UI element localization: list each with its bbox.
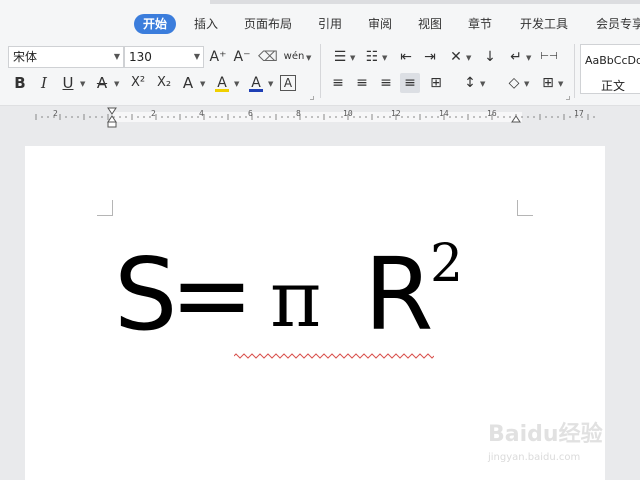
- margin-corner-top-left: [97, 200, 113, 216]
- tab-stops-button[interactable]: ⊢⊣: [538, 47, 560, 67]
- tab-view[interactable]: 视图: [418, 14, 442, 34]
- decrease-indent-button[interactable]: ⇤: [396, 47, 416, 67]
- watermark-url: jingyan.baidu.com: [488, 452, 581, 463]
- chevron-down-icon[interactable]: ▼: [350, 54, 355, 62]
- font-size-value: 130: [129, 50, 152, 64]
- text-effect-button[interactable]: A: [178, 73, 198, 93]
- subscript-button[interactable]: X₂: [152, 73, 176, 93]
- chevron-down-icon: ▼: [193, 52, 200, 61]
- increase-indent-button[interactable]: ⇥: [420, 47, 440, 67]
- font-name-value: 宋体: [13, 50, 38, 64]
- group-separator: [574, 44, 575, 98]
- italic-button[interactable]: I: [34, 73, 54, 93]
- superscript-button[interactable]: X²: [126, 73, 150, 93]
- chevron-down-icon[interactable]: ▼: [466, 54, 471, 62]
- borders-button[interactable]: ⊞: [538, 73, 558, 93]
- shrink-font-button[interactable]: A⁻: [232, 47, 252, 67]
- font-color-button[interactable]: A: [246, 73, 266, 93]
- line-spacing-button[interactable]: ↕: [460, 73, 480, 93]
- tab-page-layout[interactable]: 页面布局: [244, 14, 292, 34]
- font-color-bar: [249, 89, 263, 92]
- align-center-button[interactable]: ≡: [352, 73, 372, 93]
- chevron-down-icon[interactable]: ▼: [526, 54, 531, 62]
- chevron-down-icon[interactable]: ▼: [382, 54, 387, 62]
- tab-sections[interactable]: 章节: [468, 14, 492, 34]
- underline-button[interactable]: U: [58, 73, 78, 93]
- ruler-number: 16: [487, 109, 497, 118]
- chevron-down-icon[interactable]: ▼: [268, 80, 273, 88]
- sort-button[interactable]: ↓: [480, 47, 500, 67]
- tab-home[interactable]: 开始: [134, 14, 177, 34]
- watermark-logo-text: Baidu经验: [488, 422, 603, 447]
- align-right-button[interactable]: ≡: [376, 73, 396, 93]
- horizontal-ruler[interactable]: 2 2 4 6 8 10 12 14 16 17: [0, 106, 640, 128]
- formula-s: S: [114, 236, 178, 353]
- title-bar-strip: [210, 0, 640, 4]
- ruler-number: 14: [439, 109, 449, 118]
- tab-insert[interactable]: 插入: [194, 14, 218, 34]
- formula-exponent: 2: [430, 234, 464, 294]
- chevron-down-icon[interactable]: ▼: [558, 80, 563, 88]
- ruler-number: 8: [296, 109, 301, 118]
- formula-pi: π: [270, 255, 322, 345]
- chevron-down-icon[interactable]: ▼: [480, 80, 485, 88]
- show-marks-button[interactable]: ↵: [506, 47, 526, 67]
- ruler-number: 2: [53, 109, 58, 118]
- tab-member[interactable]: 会员专享: [596, 14, 640, 34]
- shading-button[interactable]: ◇: [504, 73, 524, 93]
- ruler-ticks: [0, 107, 640, 128]
- ruler-number: 17: [574, 109, 584, 118]
- asian-layout-button[interactable]: ✕: [446, 47, 466, 67]
- ruler-number: 2: [151, 109, 156, 118]
- font-size-combo[interactable]: 130 ▼: [124, 46, 204, 68]
- chevron-down-icon[interactable]: ▼: [114, 80, 119, 88]
- grow-font-button[interactable]: A⁺: [208, 47, 228, 67]
- home-ribbon: 宋体 ▼ 130 ▼ A⁺ A⁻ ⌫ wén ▼ B I U ▼ A ▼ X² …: [0, 38, 640, 106]
- margin-corner-top-right: [517, 200, 533, 216]
- strikethrough-button[interactable]: A: [92, 73, 112, 93]
- tab-review[interactable]: 审阅: [368, 14, 392, 34]
- numbering-button[interactable]: ☷: [362, 47, 382, 67]
- ruler-number: 12: [391, 109, 401, 118]
- char-border-button[interactable]: A: [280, 75, 296, 91]
- formula-equals: =: [170, 236, 254, 353]
- chevron-down-icon[interactable]: ▼: [524, 80, 529, 88]
- style-preview-text: AaBbCcDd: [585, 54, 640, 67]
- ruler-number: 10: [343, 109, 353, 118]
- font-dialog-launcher[interactable]: [310, 96, 314, 100]
- ruler-number: 6: [248, 109, 253, 118]
- style-name-normal: 正文: [601, 79, 626, 93]
- bold-button[interactable]: B: [10, 73, 30, 93]
- chevron-down-icon[interactable]: ▼: [306, 54, 311, 62]
- chevron-down-icon: ▼: [113, 52, 120, 61]
- formula-r: R: [364, 236, 434, 353]
- chevron-down-icon[interactable]: ▼: [80, 80, 85, 88]
- wps-writer-window: 开始 插入 页面布局 引用 审阅 视图 章节 开发工具 会员专享 宋体 ▼ 13…: [0, 0, 640, 480]
- spell-check-underline: [234, 353, 434, 359]
- chevron-down-icon[interactable]: ▼: [200, 80, 205, 88]
- bullets-button[interactable]: ☰: [330, 47, 350, 67]
- ruler-number: 4: [199, 109, 204, 118]
- tab-references[interactable]: 引用: [318, 14, 342, 34]
- eraser-icon[interactable]: ⌫: [258, 47, 278, 67]
- ribbon-tab-bar: 开始 插入 页面布局 引用 审阅 视图 章节 开发工具 会员专享: [0, 0, 640, 38]
- tab-developer[interactable]: 开发工具: [520, 14, 568, 34]
- highlight-color-bar: [215, 89, 229, 92]
- align-left-button[interactable]: ≡: [328, 73, 348, 93]
- chevron-down-icon[interactable]: ▼: [234, 80, 239, 88]
- baidu-watermark: Baidu经验 jingyan.baidu.com: [488, 412, 608, 470]
- font-name-combo[interactable]: 宋体 ▼: [8, 46, 124, 68]
- phonetic-guide-button[interactable]: wén: [282, 47, 306, 67]
- paragraph-dialog-launcher[interactable]: [566, 96, 570, 100]
- distribute-button[interactable]: ⊞: [426, 73, 446, 93]
- style-gallery[interactable]: AaBbCcDd 正文: [580, 44, 640, 94]
- justify-button[interactable]: ≡: [400, 73, 420, 93]
- group-separator: [320, 44, 321, 98]
- highlight-button[interactable]: A: [212, 73, 232, 93]
